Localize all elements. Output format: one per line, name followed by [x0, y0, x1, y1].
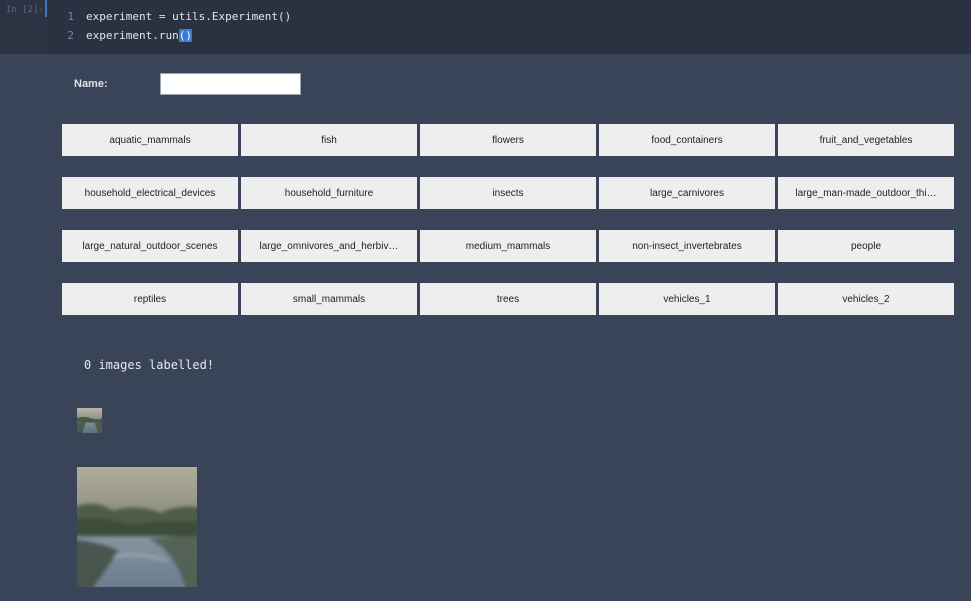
- matched-brackets: (): [178, 29, 192, 42]
- category-button-large-natural-outdoor-scenes[interactable]: large_natural_outdoor_scenes: [62, 230, 238, 262]
- category-button-vehicles-1[interactable]: vehicles_1: [599, 283, 775, 315]
- category-button-large-man-made-outdoor-things[interactable]: large_man-made_outdoor_thi…: [778, 177, 954, 209]
- category-button-food-containers[interactable]: food_containers: [599, 124, 775, 156]
- category-row: large_natural_outdoor_scenes large_omniv…: [62, 230, 954, 262]
- name-label: Name:: [74, 78, 108, 90]
- line-number: 2: [67, 29, 74, 42]
- category-button-household-furniture[interactable]: household_furniture: [241, 177, 417, 209]
- river-landscape-image: [77, 467, 197, 587]
- code-line-2: 2 experiment.run(): [48, 26, 192, 45]
- code-cell[interactable]: In [2]: 1 experiment = utils.Experiment()…: [0, 0, 971, 54]
- category-button-fruit-and-vegetables[interactable]: fruit_and_vegetables: [778, 124, 954, 156]
- code-editor[interactable]: 1 experiment = utils.Experiment() 2 experi…: [48, 0, 971, 54]
- name-input[interactable]: [160, 73, 301, 95]
- category-button-non-insect-invertebrates[interactable]: non-insect_invertebrates: [599, 230, 775, 262]
- code-line-1: 1 experiment = utils.Experiment(): [48, 7, 291, 26]
- category-button-household-electrical-devices[interactable]: household_electrical_devices: [62, 177, 238, 209]
- cell-prompt: In [2]:: [6, 5, 44, 15]
- category-button-insects[interactable]: insects: [420, 177, 596, 209]
- image-thumbnail: [77, 408, 102, 433]
- category-button-large-omnivores-and-herbivores[interactable]: large_omnivores_and_herbiv…: [241, 230, 417, 262]
- active-cell-marker: [45, 0, 47, 17]
- category-row: reptiles small_mammals trees vehicles_1 …: [62, 283, 954, 315]
- category-button-small-mammals[interactable]: small_mammals: [241, 283, 417, 315]
- category-button-flowers[interactable]: flowers: [420, 124, 596, 156]
- image-preview: [77, 467, 197, 587]
- code-text: experiment.run: [86, 29, 179, 42]
- code-text: experiment = utils.Experiment(): [86, 10, 292, 23]
- category-button-vehicles-2[interactable]: vehicles_2: [778, 283, 954, 315]
- category-button-fish[interactable]: fish: [241, 124, 417, 156]
- river-landscape-image: [77, 408, 102, 433]
- category-button-medium-mammals[interactable]: medium_mammals: [420, 230, 596, 262]
- category-button-aquatic-mammals[interactable]: aquatic_mammals: [62, 124, 238, 156]
- category-button-grid: aquatic_mammals fish flowers food_contai…: [62, 124, 954, 336]
- category-button-people[interactable]: people: [778, 230, 954, 262]
- category-button-large-carnivores[interactable]: large_carnivores: [599, 177, 775, 209]
- line-number: 1: [67, 10, 74, 23]
- labelled-count-status: 0 images labelled!: [84, 358, 215, 372]
- category-row: household_electrical_devices household_f…: [62, 177, 954, 209]
- category-row: aquatic_mammals fish flowers food_contai…: [62, 124, 954, 156]
- category-button-reptiles[interactable]: reptiles: [62, 283, 238, 315]
- category-button-trees[interactable]: trees: [420, 283, 596, 315]
